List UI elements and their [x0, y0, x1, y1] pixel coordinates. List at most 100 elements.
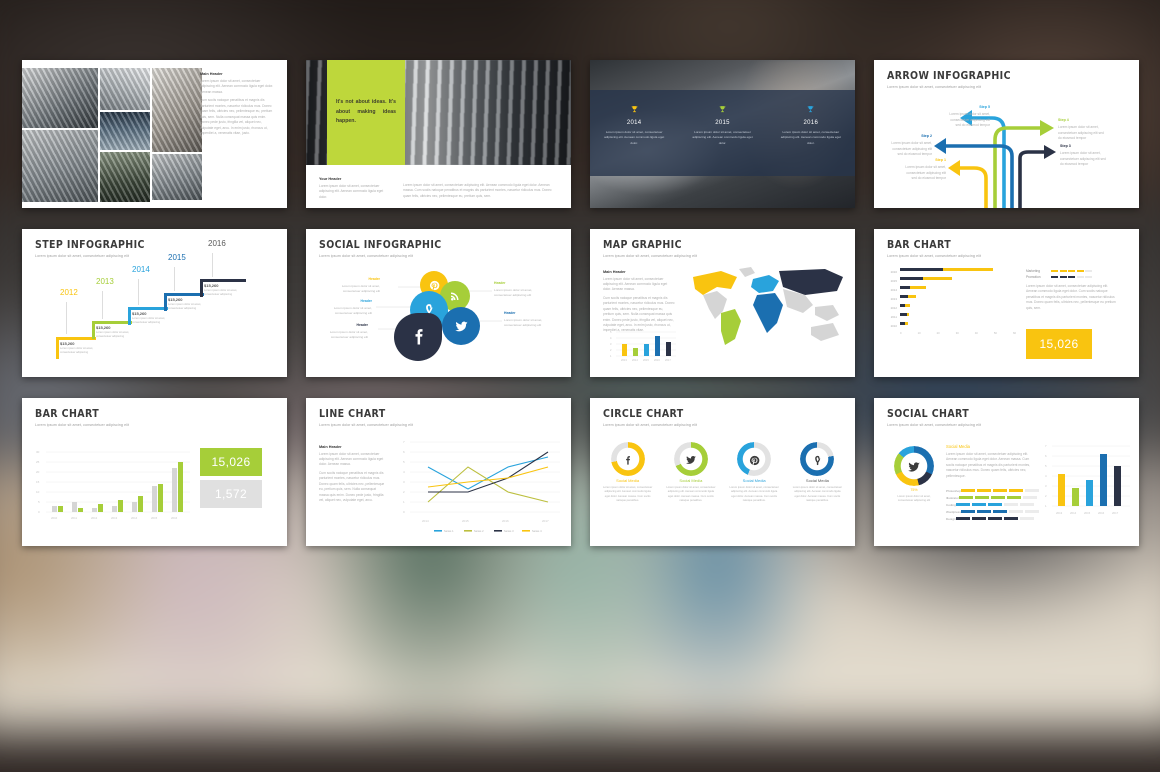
slide-row-1: Main Header Lorem ipsum dolor sit amet, …: [22, 60, 1140, 208]
arrow-step-label: Step 1 Lorem ipsum dolor sit amet, conse…: [905, 158, 946, 180]
svg-text:2013: 2013: [111, 516, 118, 520]
facebook-icon: [415, 329, 423, 345]
slide-bar-chart-vertical[interactable]: BAR CHART Lorem ipsum dolor sit amet, co…: [22, 398, 287, 546]
svg-text:3: 3: [1045, 484, 1047, 488]
slide-subtitle: Lorem ipsum dolor sit amet, consectetuer…: [887, 253, 982, 258]
donut-caption: Lorem ipsum dolor sit amet, consectetuer…: [897, 495, 931, 503]
svg-text:2016: 2016: [654, 358, 660, 362]
social-bar-chart: 7 6 5 4 3 2 1 2013 2014 2015 2016 2017: [1045, 444, 1130, 515]
slide-subtitle: Lorem ipsum dolor sit amet, consectetuer…: [319, 422, 414, 427]
quote-text: It's not about ideas. It's about making …: [336, 99, 396, 125]
slide-quote[interactable]: It's not about ideas. It's about making …: [306, 60, 571, 208]
photo-thumbnail: [22, 130, 98, 202]
circle-text: Lorem ipsum dolor sit amet, consectetuer…: [666, 486, 716, 503]
step-card: $15,260 Lorem ipsum dolor sit amet, cons…: [60, 341, 100, 356]
slide-title: BAR CHART: [35, 408, 100, 420]
slide-arrow-infographic[interactable]: ARROW INFOGRAPHIC Lorem ipsum dolor sit …: [874, 60, 1139, 208]
slide-map-graphic[interactable]: MAP GRAPHIC Lorem ipsum dolor sit amet, …: [590, 229, 855, 377]
slide-circle-chart[interactable]: CIRCLE CHART Lorem ipsum dolor sit amet,…: [590, 398, 855, 546]
body-paragraph-2: Cum sociis natoque penatibus et magnis d…: [200, 98, 273, 135]
slide-subtitle: Lorem ipsum dolor sit amet, consectetuer…: [603, 253, 698, 258]
slide-subtitle: Lorem ipsum dolor sit amet, consectetuer…: [887, 422, 982, 427]
photo-thumbnail: [100, 68, 150, 110]
photo-thumbnail: [100, 112, 150, 150]
circle-chart-item: Social Media Lorem ipsum dolor sit amet,…: [596, 442, 659, 504]
social-donut-block: 75% Lorem ipsum dolor sit amet, consecte…: [890, 446, 938, 504]
footer-text: Your Header Lorem ipsum dolor sit amet, …: [319, 177, 558, 200]
slide-social-chart[interactable]: SOCIAL CHART Lorem ipsum dolor sit amet,…: [874, 398, 1139, 546]
skill-bars: Photoshop Illustrator Coding Wordpress D…: [946, 487, 1039, 522]
circle-label: Social Media: [616, 478, 640, 483]
svg-text:2012: 2012: [91, 516, 98, 520]
footer-paragraph-2: Lorem ipsum dolor sit amet, consectetuer…: [403, 183, 552, 198]
highlight-primary-box: 15,026: [200, 448, 262, 476]
main-header: Main Header: [319, 444, 342, 449]
body-paragraph-1: Lorem ipsum dolor sit amet, consectetuer…: [319, 451, 384, 467]
footer-paragraph-1: Lorem ipsum dolor sit amet, consectetuer…: [319, 184, 384, 199]
slide-milestones[interactable]: 2014 Lorem ipsum dolor sit amet, consect…: [590, 60, 855, 208]
svg-text:30: 30: [36, 450, 40, 454]
circle-chart-item: Social Media Lorem ipsum dolor sit amet,…: [786, 442, 849, 504]
svg-text:Series 2: Series 2: [474, 529, 484, 533]
map-region-se-asia: [815, 305, 839, 321]
slide-bar-chart-horizontal[interactable]: BAR CHART Lorem ipsum dolor sit amet, co…: [874, 229, 1139, 377]
milestone-year: 2014: [626, 120, 642, 126]
map-region-greenland: [739, 267, 755, 277]
highlight-value-box: 15,026: [1026, 329, 1092, 359]
svg-text:1: 1: [1045, 504, 1047, 508]
main-header: Main Header: [603, 269, 626, 274]
svg-text:3: 3: [403, 480, 405, 484]
photo-thumbnail: [22, 68, 98, 128]
milestone-item: 2014 Lorem ipsum dolor sit amet, consect…: [590, 90, 678, 176]
svg-text:2015: 2015: [151, 516, 158, 520]
axis-tick-label: 2014: [890, 287, 897, 292]
arrow-step-label: Step 3 Lorem ipsum dolor sit amet, conse…: [1060, 144, 1106, 166]
slide-social-infographic[interactable]: SOCIAL INFOGRAPHIC Lorem ipsum dolor sit…: [306, 229, 571, 377]
svg-text:5: 5: [1045, 464, 1047, 468]
svg-text:2: 2: [610, 348, 612, 352]
arrow-step-label: Step 2 Lorem ipsum dolor sit amet, conse…: [891, 134, 932, 156]
circle-chart-item: Social Media Lorem ipsum dolor sit amet,…: [723, 442, 786, 504]
text-column: Main Header Lorem ipsum dolor sit amet, …: [200, 72, 276, 136]
axis-tick-label: 2016: [890, 269, 897, 274]
photo-thumbnail: [152, 154, 202, 200]
svg-text:Series 1: Series 1: [444, 529, 454, 533]
svg-text:0: 0: [38, 510, 40, 514]
milestone-text: Lorem ipsum dolor sit amet, consectetuer…: [604, 130, 665, 145]
body-text: Lorem ipsum dolor sit amet, consectetuer…: [1026, 284, 1116, 310]
map-region-africa: [753, 293, 783, 333]
pinterest-icon: [429, 280, 439, 290]
svg-text:1: 1: [403, 500, 405, 504]
svg-text:3: 3: [610, 342, 612, 346]
map-region-south-america: [721, 309, 741, 345]
section-header: Social Media: [946, 444, 970, 449]
slide-title: CIRCLE CHART: [603, 408, 684, 420]
slide-line-chart[interactable]: LINE CHART Lorem ipsum dolor sit amet, c…: [306, 398, 571, 546]
map-region-europe: [751, 275, 779, 293]
svg-text:2: 2: [1045, 494, 1047, 498]
svg-text:5: 5: [38, 500, 40, 504]
axis-tick-label: 2012: [890, 305, 897, 310]
vertical-bar-chart: 30 25 20 15 10 5 0 2010 2011 2012 2013 2014 2015 2…: [36, 450, 190, 520]
horizontal-bar-chart: 2016 2015 2014 2013 2012 2011 2010 0 10 …: [886, 267, 1016, 335]
photo-thumbnail: [100, 152, 150, 202]
step-year: 2014: [132, 265, 150, 274]
circle-text: Lorem ipsum dolor sit amet, consectetuer…: [792, 486, 843, 503]
legend-label: Promotion: [1026, 275, 1041, 279]
arrow-step-label: Step 5 Lorem ipsum dolor sit amet, conse…: [949, 105, 990, 127]
svg-text:2: 2: [403, 490, 405, 494]
svg-text:4: 4: [403, 470, 405, 474]
axis-tick-label: 2015: [890, 278, 897, 283]
main-header: Main Header: [200, 72, 223, 76]
svg-text:6: 6: [1045, 454, 1047, 458]
slide-step-infographic[interactable]: STEP INFOGRAPHIC Lorem ipsum dolor sit a…: [22, 229, 287, 377]
circle-label: Social Media: [742, 478, 766, 483]
svg-text:2017: 2017: [1112, 511, 1119, 515]
circle-text: Lorem ipsum dolor sit amet, consectetuer…: [602, 486, 653, 503]
svg-text:25: 25: [36, 460, 40, 464]
axis-tick-label: 2011: [890, 314, 897, 319]
line-chart: 7 6 5 4 3 2 1 0 2014 2015 2016 2017 Series 1 Seri…: [403, 440, 560, 533]
slide-photo-mosaic[interactable]: Main Header Lorem ipsum dolor sit amet, …: [22, 60, 287, 208]
milestone-year: 2016: [803, 120, 819, 126]
svg-text:Series 4: Series 4: [532, 529, 542, 533]
